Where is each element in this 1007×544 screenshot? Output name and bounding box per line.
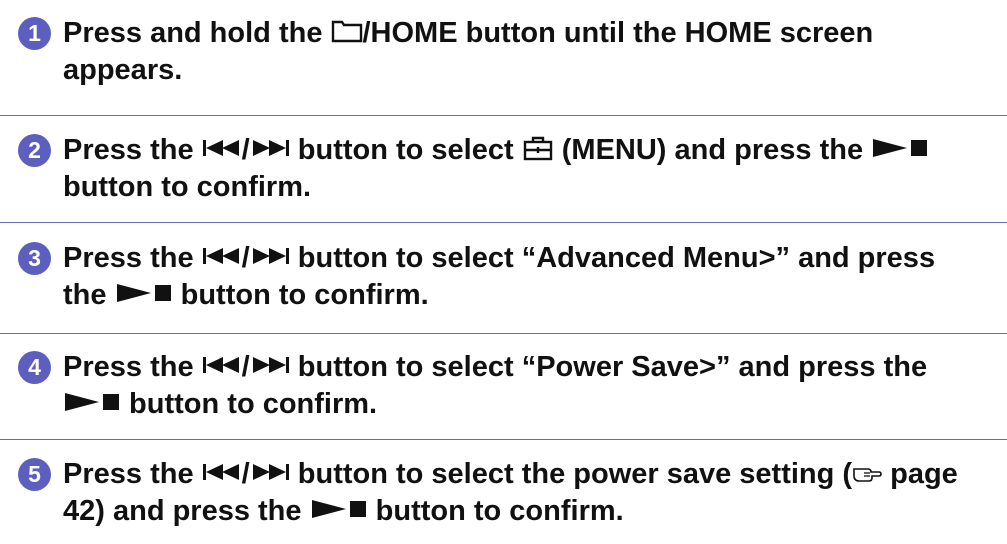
play-stop-icon xyxy=(115,282,173,304)
next-track-icon xyxy=(250,461,290,483)
step-text-part: / xyxy=(241,242,250,274)
step-number: 3 xyxy=(18,242,51,275)
play-stop-icon xyxy=(310,498,368,520)
step-text-part: Press the xyxy=(63,134,202,166)
step-text-part: button to confirm. xyxy=(367,495,624,527)
step-text-part: Press the xyxy=(63,242,202,274)
step-text-part: Press the xyxy=(63,351,202,383)
step-text-part: button to confirm. xyxy=(63,171,312,203)
step-text-part: Press the xyxy=(63,458,202,490)
step-text-part: / xyxy=(241,351,250,383)
step-text: Press the / button to select “Power Save… xyxy=(63,349,967,423)
step-number: 4 xyxy=(18,351,51,384)
step-text: Press and hold the /HOME button until th… xyxy=(63,15,967,89)
toolbox-menu-icon xyxy=(522,135,554,161)
next-track-icon xyxy=(250,245,290,267)
divider xyxy=(0,439,1007,440)
previous-track-icon xyxy=(202,245,242,267)
divider xyxy=(0,115,1007,116)
play-stop-icon xyxy=(871,137,929,159)
next-track-icon xyxy=(250,354,290,376)
step-text-part: button to select the power save setting … xyxy=(289,458,853,490)
divider xyxy=(0,222,1007,223)
previous-track-icon xyxy=(202,354,242,376)
step-text-part: button to confirm. xyxy=(172,279,429,311)
step-text: Press the / button to select “Advanced M… xyxy=(63,240,967,314)
instruction-steps: 1 Press and hold the /HOME button until … xyxy=(0,0,1007,544)
step-number: 1 xyxy=(18,17,51,50)
step-text-part: button to select “Power Save>” and press… xyxy=(289,351,928,383)
step-text-part: button to confirm. xyxy=(121,388,378,420)
play-stop-icon xyxy=(63,391,121,413)
step-text: Press the / button to select (MENU) and … xyxy=(63,132,967,206)
folder-home-icon xyxy=(331,19,363,43)
next-track-icon xyxy=(250,137,290,159)
pointing-hand-icon xyxy=(852,460,882,484)
step-text: Press the / button to select the power s… xyxy=(63,456,967,530)
divider xyxy=(0,333,1007,334)
step-text-part: / xyxy=(241,134,250,166)
step-number: 2 xyxy=(18,134,51,167)
step-number: 5 xyxy=(18,458,51,491)
step-text-part: / xyxy=(241,458,250,490)
previous-track-icon xyxy=(202,137,242,159)
step-text-part: Press and hold the xyxy=(63,17,331,49)
step-text-part: button to select xyxy=(289,134,522,166)
step-text-part: (MENU) and press the xyxy=(553,134,872,166)
previous-track-icon xyxy=(202,461,242,483)
